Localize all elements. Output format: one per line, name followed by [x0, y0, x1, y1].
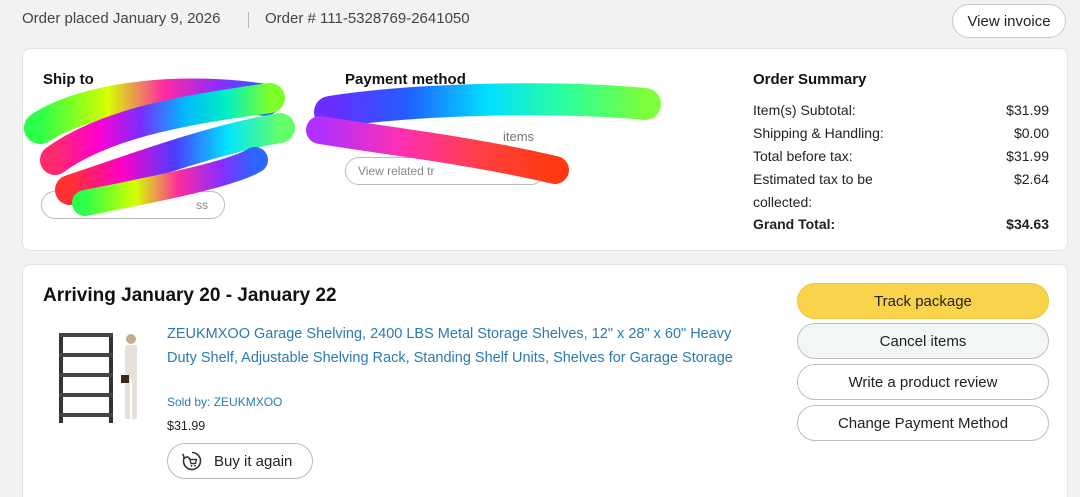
summary-value: $2.64: [1013, 171, 1049, 187]
order-summary-heading: Order Summary: [753, 71, 867, 88]
summary-value: $31.99: [1006, 102, 1049, 118]
shipment-card: Arriving January 20 - January 22 ZEUKMXO…: [22, 264, 1068, 497]
sold-by-link[interactable]: Sold by: ZEUKMXOO: [167, 395, 282, 409]
buy-it-again-label: Buy it again: [214, 452, 293, 470]
product-image[interactable]: [51, 327, 151, 427]
track-package-button[interactable]: Track package: [797, 283, 1049, 319]
change-address-label: ss: [196, 198, 208, 212]
payment-items-text: items: [503, 129, 535, 144]
order-details-card: Ship to ss Payment method items View rel…: [22, 48, 1068, 251]
buy-it-again-button[interactable]: Buy it again: [167, 443, 313, 479]
cancel-items-button[interactable]: Cancel items: [797, 323, 1049, 359]
change-address-button[interactable]: ss: [41, 191, 225, 219]
product-title-link[interactable]: ZEUKMXOO Garage Shelving, 2400 LBS Metal…: [167, 323, 757, 370]
change-payment-method-button[interactable]: Change Payment Method: [797, 405, 1049, 441]
order-placed-date: Order placed January 9, 2026: [22, 10, 221, 27]
product-price: $31.99: [167, 419, 206, 433]
payment-method-heading: Payment method: [345, 71, 466, 88]
summary-value: $34.63: [1006, 216, 1049, 232]
buy-again-icon: [182, 451, 202, 471]
summary-label: Total before tax:: [753, 148, 853, 164]
summary-label: Shipping & Handling:: [753, 125, 884, 141]
summary-value: $31.99: [1006, 148, 1049, 164]
view-related-transactions-button[interactable]: View related tr: [345, 157, 545, 185]
order-number: Order # 111-5328769-2641050: [265, 10, 470, 27]
ship-to-heading: Ship to: [43, 71, 94, 88]
view-invoice-button[interactable]: View invoice: [952, 4, 1066, 38]
summary-value: $0.00: [1013, 125, 1049, 141]
summary-label: Item(s) Subtotal:: [753, 102, 856, 118]
write-review-button[interactable]: Write a product review: [797, 364, 1049, 400]
summary-label: Grand Total:: [753, 216, 836, 232]
arrival-date-heading: Arriving January 20 - January 22: [43, 285, 337, 306]
summary-label: Estimated tax to be collected:: [753, 171, 873, 210]
order-header: Order placed January 9, 2026 Order # 111…: [0, 0, 1080, 44]
header-divider: [248, 12, 249, 28]
view-related-label: View related tr: [358, 164, 435, 178]
